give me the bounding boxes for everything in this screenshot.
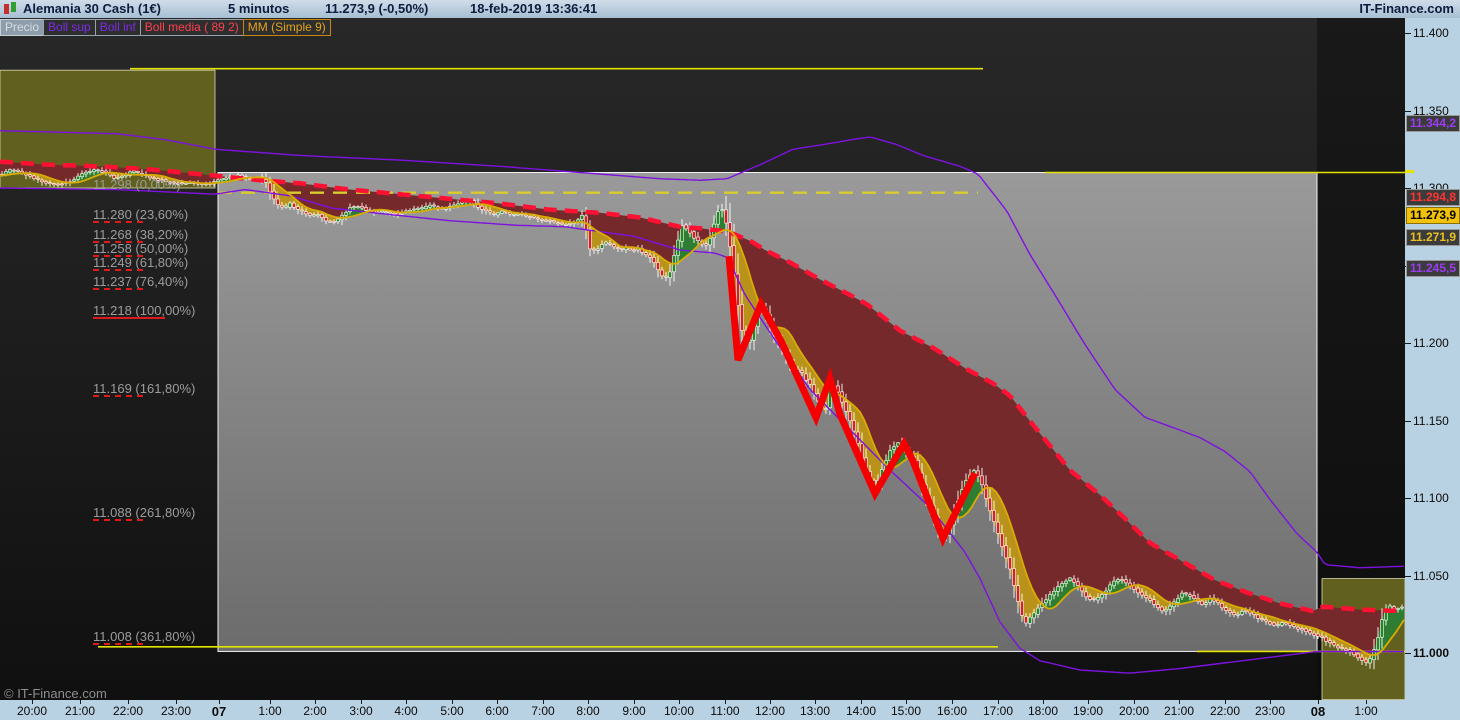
fibonacci-level-label[interactable]: 11.088 (261,80%) — [93, 505, 195, 520]
time-tick-label: 08 — [1310, 704, 1326, 719]
price-tick-mark — [1405, 420, 1411, 422]
fibonacci-level-line — [93, 519, 143, 521]
fibonacci-level-line — [93, 643, 143, 645]
time-tick-label: 7:00 — [531, 704, 555, 718]
legend-button-boll-sup[interactable]: Boll sup — [43, 19, 96, 36]
time-tick-label: 21:00 — [1163, 704, 1195, 718]
brand-logo: IT-Finance.com — [1359, 1, 1454, 16]
yellow-level-tick — [1405, 170, 1414, 173]
time-tick-label: 10:00 — [663, 704, 695, 718]
last-quote: 11.273,9 (-0,50%) — [325, 1, 429, 16]
candlestick-logo-icon — [11, 2, 16, 12]
time-tick-label: 9:00 — [622, 704, 646, 718]
time-tick-label: 17:00 — [982, 704, 1014, 718]
fibonacci-level-label[interactable]: 11.258 (50,00%) — [93, 241, 188, 256]
time-tick-label: 1:00 — [258, 704, 282, 718]
candlestick-logo-icon — [4, 4, 9, 14]
price-tick-mark — [1405, 33, 1411, 34]
price-badge: 11.271,9 — [1406, 229, 1460, 246]
price-tick-label: 11.000 — [1413, 646, 1450, 660]
price-chart[interactable]: © IT-Finance.com 11.298 (0,00%) 11.280 (2… — [0, 18, 1405, 701]
chart-canvas[interactable] — [0, 18, 1405, 700]
price-tick-mark — [1405, 498, 1411, 499]
time-tick-label: 8:00 — [576, 704, 600, 718]
fibonacci-level-line — [93, 395, 143, 397]
time-tick-label: 20:00 — [1118, 704, 1150, 718]
indicator-legend: Precio Boll sup Boll inf Boll media ( 89 2)… — [0, 19, 331, 36]
price-tick-label: 11.400 — [1413, 26, 1449, 40]
fibonacci-level-label[interactable]: 11.268 (38,20%) — [93, 227, 188, 242]
time-tick-label: 2:00 — [303, 704, 327, 718]
fibonacci-level-label[interactable]: 11.237 (76,40%) — [93, 274, 188, 289]
price-badge: 11.245,5 — [1406, 260, 1460, 277]
time-tick-label: 19:00 — [1072, 704, 1104, 718]
price-badge: 11.273,9 — [1406, 207, 1460, 224]
time-axis[interactable]: 20:00 21:00 22:00 23:00 07 1:00 2:00 3:00 4:00 5:… — [0, 700, 1460, 720]
time-tick-label: 21:00 — [64, 704, 96, 718]
last-update-time: 18-feb-2019 13:36:41 — [470, 1, 598, 16]
price-tick-mark — [1405, 110, 1411, 112]
time-tick-label: 14:00 — [845, 704, 877, 718]
fibonacci-level-label[interactable]: 11.218 (100,00%) — [93, 303, 195, 318]
price-tick-label: 11.100 — [1413, 491, 1449, 505]
time-tick-label: 3:00 — [349, 704, 373, 718]
price-tick-mark — [1405, 575, 1411, 577]
instrument-name: Alemania 30 Cash (1€) — [23, 1, 162, 16]
fibonacci-level-line — [93, 269, 143, 271]
price-tick-mark — [1405, 653, 1411, 654]
watermark: © IT-Finance.com — [4, 686, 107, 701]
price-axis[interactable]: 11.40011.35011.30011.25011.20011.15011.1… — [1405, 18, 1460, 700]
time-tick-label: 5:00 — [440, 704, 464, 718]
time-tick-label: 4:00 — [394, 704, 418, 718]
time-tick-label: 23:00 — [160, 704, 192, 718]
time-tick-label: 22:00 — [112, 704, 144, 718]
fibonacci-level-label[interactable]: 11.169 (161,80%) — [93, 381, 195, 396]
timeframe-label: 5 minutos — [228, 1, 290, 16]
fibonacci-level-label[interactable]: 11.280 (23,60%) — [93, 207, 188, 222]
price-tick-label: 11.200 — [1413, 336, 1449, 350]
time-tick-label: 13:00 — [799, 704, 831, 718]
legend-button-boll-inf[interactable]: Boll inf — [94, 19, 141, 36]
price-badge: 11.344,2 — [1406, 115, 1460, 132]
trading-platform: Alemania 30 Cash (1€) 5 minutos 11.273,9… — [0, 0, 1460, 720]
fibonacci-level-line — [93, 317, 165, 319]
time-tick-label: 23:00 — [1254, 704, 1286, 718]
time-tick-label: 6:00 — [485, 704, 509, 718]
time-tick-label: 20:00 — [16, 704, 48, 718]
fibonacci-level-label[interactable]: 11.249 (61,80%) — [93, 255, 188, 270]
time-tick-label: 12:00 — [754, 704, 786, 718]
title-bar: Alemania 30 Cash (1€) 5 minutos 11.273,9… — [0, 0, 1460, 18]
time-tick-label: 18:00 — [1027, 704, 1059, 718]
time-tick-label: 07 — [211, 704, 227, 719]
fibonacci-level-line — [93, 288, 143, 290]
time-tick-label: 1:00 — [1354, 704, 1378, 718]
fibonacci-level-line — [93, 221, 143, 223]
fibonacci-level-label[interactable]: 11.008 (361,80%) — [93, 629, 195, 644]
time-tick-label: 22:00 — [1209, 704, 1241, 718]
time-tick-label: 15:00 — [890, 704, 922, 718]
fibonacci-level-label[interactable]: 11.298 (0,00%) — [93, 177, 181, 192]
price-tick-label: 11.050 — [1413, 568, 1449, 583]
legend-button-precio[interactable]: Precio — [0, 19, 45, 36]
time-tick-label: 16:00 — [936, 704, 968, 718]
price-tick-label: 11.150 — [1413, 413, 1449, 428]
legend-button-mm-simple-9[interactable]: MM (Simple 9) — [242, 19, 331, 36]
legend-button-boll-media-89-2[interactable]: Boll media ( 89 2) — [139, 19, 244, 36]
price-tick-mark — [1405, 343, 1411, 344]
time-tick-label: 11:00 — [710, 704, 740, 718]
price-badge: 11.294,8 — [1406, 189, 1460, 206]
